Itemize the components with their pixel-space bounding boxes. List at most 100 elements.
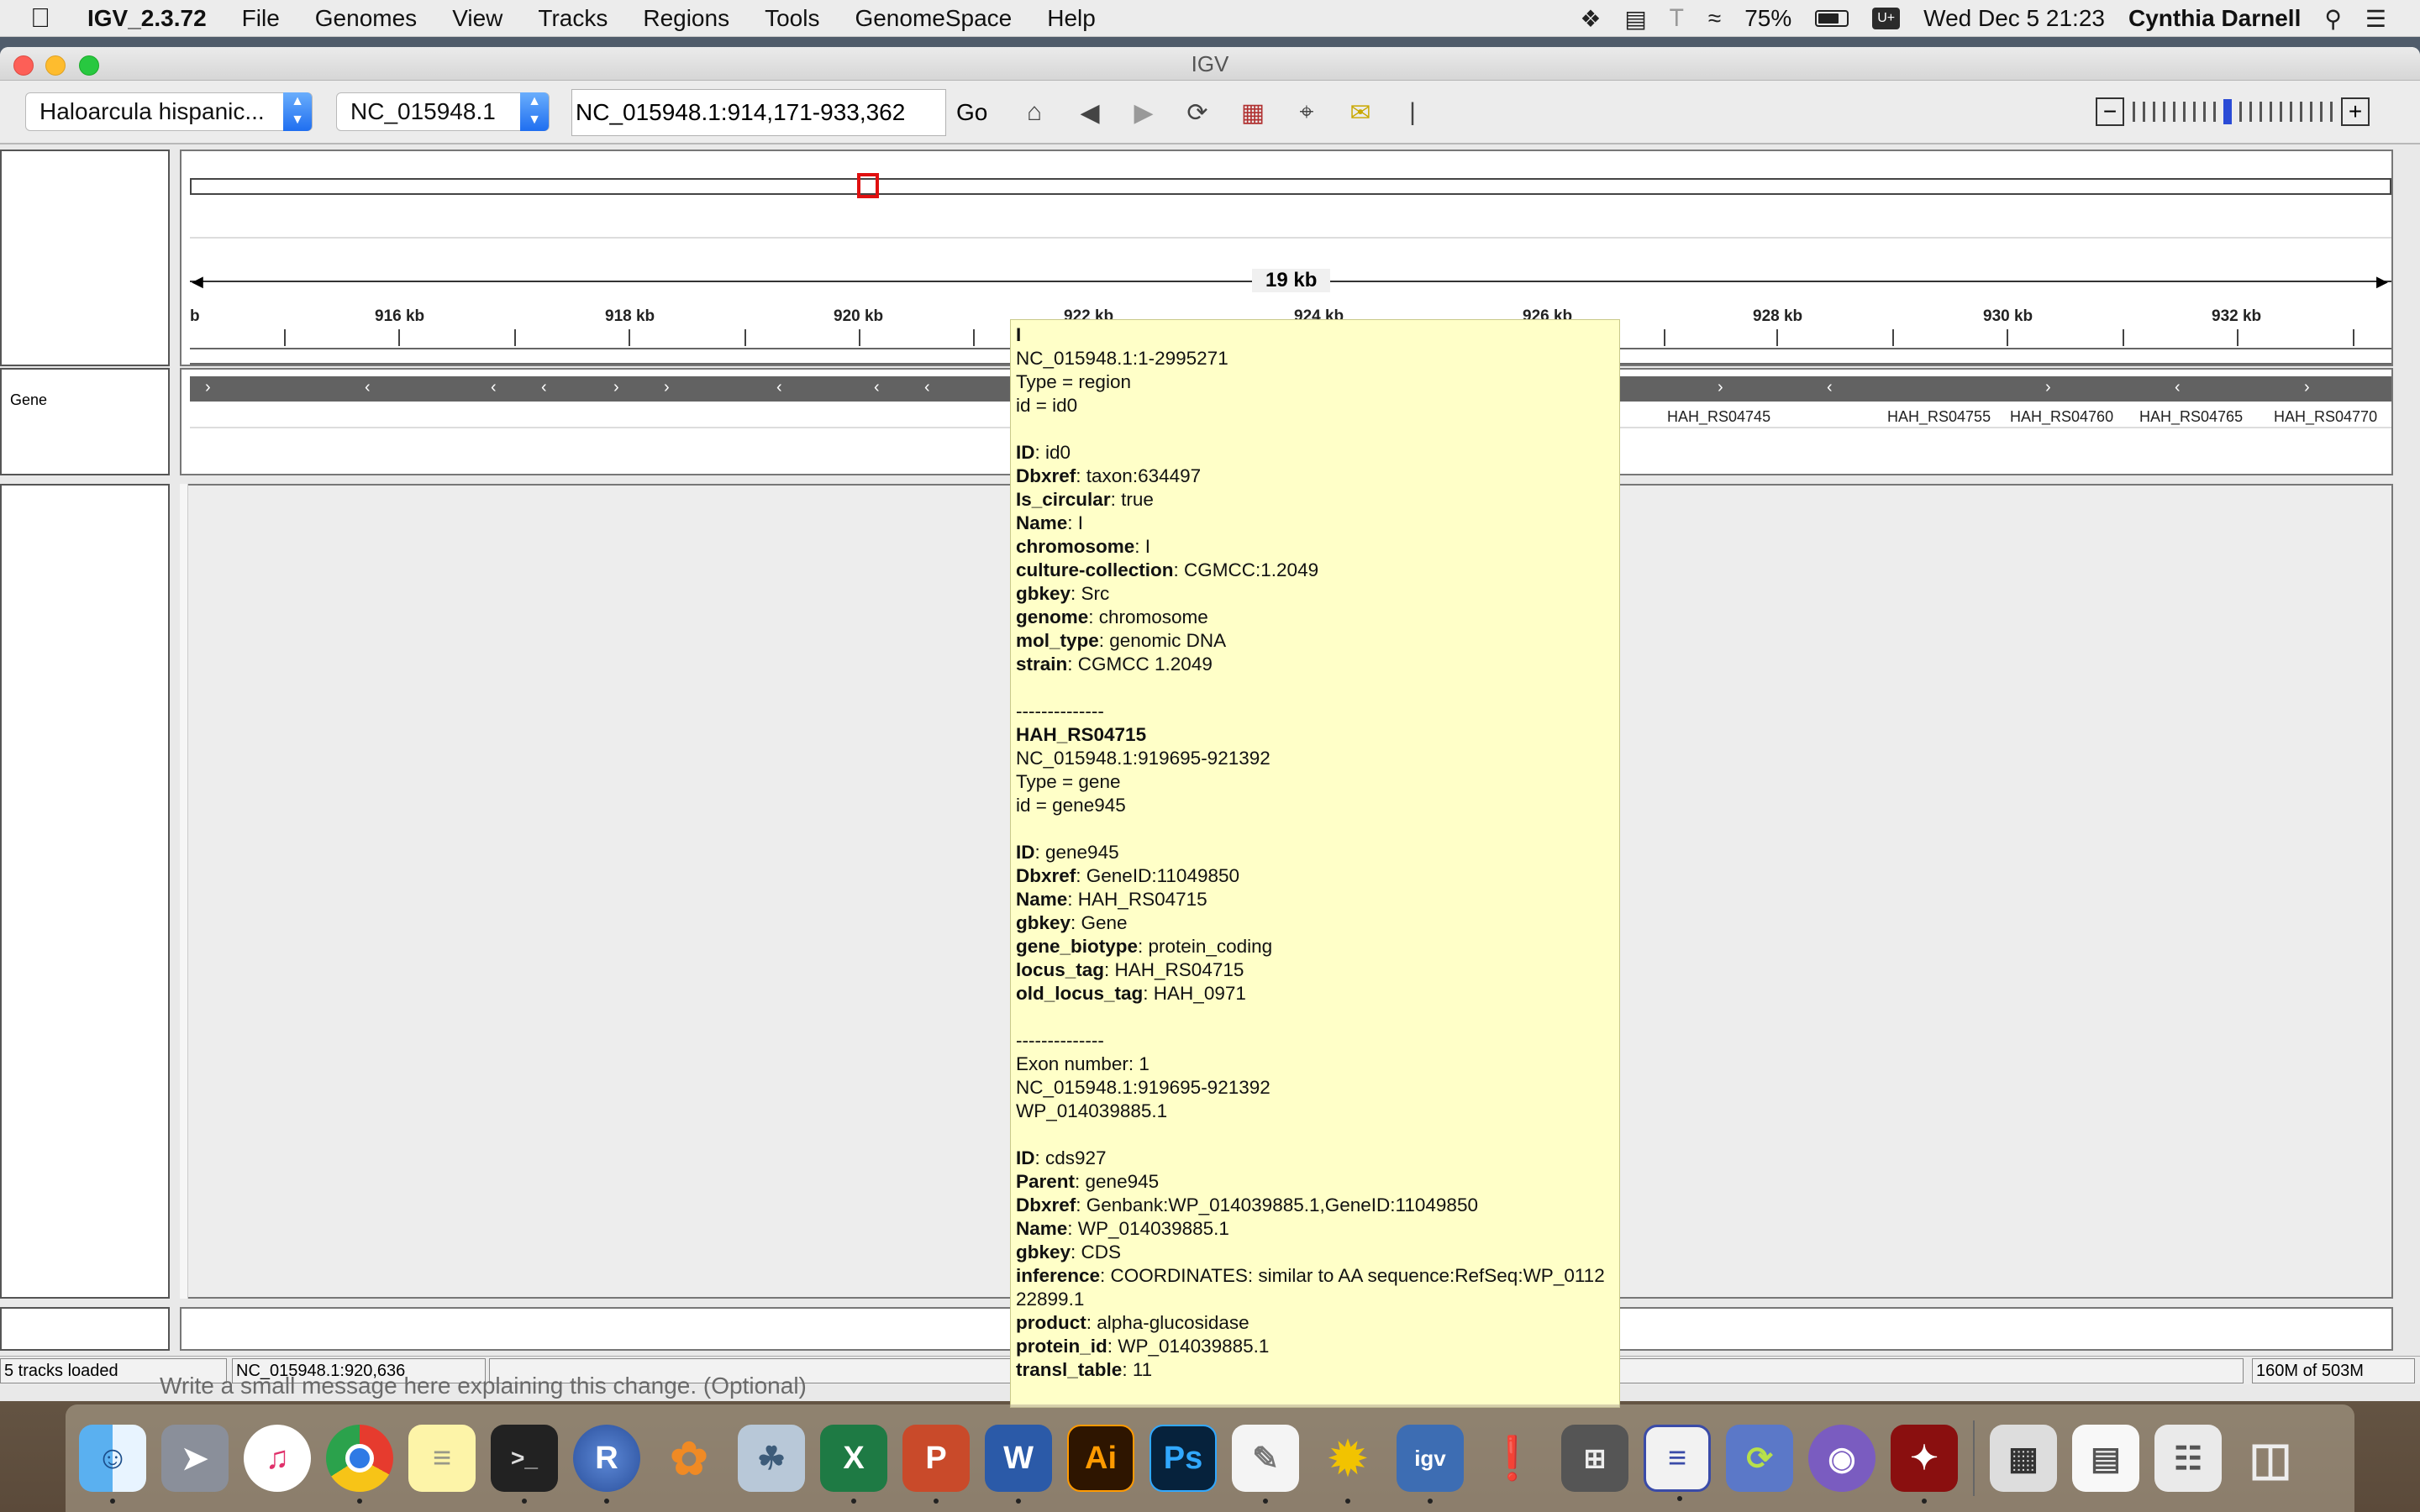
menu-genomespace[interactable]: GenomeSpace bbox=[855, 5, 1012, 32]
popup-line: inference: COORDINATES: similar to AA se… bbox=[1016, 1264, 1614, 1288]
chromosome-dropdown-value: NC_015948.1 bbox=[350, 98, 496, 124]
popup-value: Exon number: 1 bbox=[1016, 1053, 1150, 1074]
spotlight-icon[interactable]: ⚲ bbox=[2324, 5, 2342, 33]
bluetooth-icon[interactable]: Ꭲ bbox=[1670, 5, 1685, 33]
popup-key: genome bbox=[1016, 606, 1089, 627]
minimize-window-button[interactable] bbox=[45, 55, 66, 76]
popup-info-icon[interactable]: ✉ bbox=[1343, 96, 1378, 129]
popup-line: -------------- bbox=[1016, 700, 1614, 723]
resize-to-window-icon[interactable]: ⌖ bbox=[1289, 96, 1324, 129]
excel-icon[interactable]: X bbox=[820, 1425, 887, 1504]
acrobat-icon[interactable]: ✦ bbox=[1891, 1425, 1958, 1504]
fiji-icon[interactable]: ❗ bbox=[1479, 1425, 1546, 1492]
strand-arrow-icon: › bbox=[1718, 378, 1723, 396]
feature-info-popup[interactable]: I NC_015948.1:1-2995271 Type = region id = … bbox=[1010, 319, 1620, 1408]
popup-line: strain: CGMCC 1.2049 bbox=[1016, 653, 1614, 676]
launchpad-icon[interactable]: ➤ bbox=[161, 1425, 229, 1492]
terminal-icon[interactable]: >_ bbox=[491, 1425, 558, 1504]
cytoscape-icon[interactable]: ✿ bbox=[655, 1425, 723, 1492]
battery-percent: 75% bbox=[1744, 5, 1792, 31]
app-icon[interactable]: ≡ bbox=[1644, 1425, 1711, 1501]
menu-tools[interactable]: Tools bbox=[765, 5, 819, 32]
popup-line: Parent: gene945 bbox=[1016, 1170, 1614, 1194]
downloads-icon[interactable]: ▤ bbox=[2072, 1425, 2139, 1492]
menubar-clock[interactable]: Wed Dec 5 21:23 bbox=[1923, 5, 2105, 32]
menu-view[interactable]: View bbox=[452, 5, 502, 32]
menubar-user[interactable]: Cynthia Darnell bbox=[2128, 5, 2301, 32]
popup-key: mol_type bbox=[1016, 630, 1099, 651]
genome-dropdown[interactable]: Haloarcula hispanic... ▲ ▼ bbox=[25, 92, 313, 131]
dropbox-icon[interactable]: ❖ bbox=[1580, 5, 1601, 33]
popup-line: ID: cds927 bbox=[1016, 1147, 1614, 1170]
chromosome-dropdown[interactable]: NC_015948.1 ▲ ▼ bbox=[336, 92, 550, 131]
popup-value: : I bbox=[1134, 536, 1151, 557]
menu-regions[interactable]: Regions bbox=[643, 5, 729, 32]
photoshop-icon[interactable]: Ps bbox=[1150, 1425, 1217, 1492]
popup-key: gbkey bbox=[1016, 912, 1071, 933]
folder-icon[interactable]: ▦ bbox=[1990, 1425, 2057, 1492]
gene-track-name[interactable]: Gene bbox=[10, 391, 47, 409]
popup-key: Name bbox=[1016, 1218, 1068, 1239]
ruler-tick bbox=[973, 329, 975, 346]
drive-icon[interactable]: ▤ bbox=[1624, 5, 1646, 33]
menu-tracks[interactable]: Tracks bbox=[538, 5, 608, 32]
zoom-out-icon[interactable]: − bbox=[2096, 97, 2124, 126]
textedit-icon[interactable]: ✎ bbox=[1232, 1425, 1299, 1504]
zoom-widget[interactable]: − + bbox=[2096, 97, 2370, 126]
chromosome-ideogram[interactable] bbox=[190, 178, 2391, 195]
chrome-icon[interactable] bbox=[326, 1425, 393, 1504]
powerpoint-icon[interactable]: P bbox=[902, 1425, 970, 1504]
popup-value: id = id0 bbox=[1016, 395, 1078, 416]
ruler-tick bbox=[2123, 329, 2124, 346]
region-of-interest-icon[interactable]: ▦ bbox=[1235, 96, 1270, 129]
close-window-button[interactable] bbox=[13, 55, 34, 76]
zoom-slider[interactable] bbox=[2133, 99, 2333, 124]
illustrator-icon[interactable]: Ai bbox=[1067, 1425, 1134, 1492]
popup-value: : cds927 bbox=[1034, 1147, 1107, 1168]
notification-center-icon[interactable]: ☰ bbox=[2365, 5, 2386, 33]
igv-icon[interactable]: igv bbox=[1397, 1425, 1464, 1504]
go-button[interactable]: Go bbox=[956, 89, 987, 136]
popup-value: : HAH_RS04715 bbox=[1067, 889, 1207, 910]
wifi-icon[interactable]: ≈ bbox=[1708, 5, 1721, 32]
word-icon[interactable]: W bbox=[985, 1425, 1052, 1504]
back-icon[interactable]: ◀ bbox=[1072, 96, 1107, 129]
popup-blank-line bbox=[1016, 417, 1614, 441]
popup-line: Type = gene bbox=[1016, 770, 1614, 794]
menu-genomes[interactable]: Genomes bbox=[315, 5, 417, 32]
refresh-icon[interactable]: ⟳ bbox=[1180, 96, 1215, 129]
popup-line: HAH_RS04715 bbox=[1016, 723, 1614, 747]
ruler-left-arrow-icon: ◀ bbox=[192, 273, 203, 290]
popup-key: gene_biotype bbox=[1016, 936, 1139, 957]
popup-value: I bbox=[1016, 324, 1022, 345]
itunes-icon[interactable]: ♫ bbox=[244, 1425, 311, 1492]
popup-value: -------------- bbox=[1016, 701, 1104, 722]
popup-value: : taxon:634497 bbox=[1076, 465, 1202, 486]
trash-icon[interactable]: ◫ bbox=[2237, 1425, 2304, 1492]
popup-value: NC_015948.1:919695-921392 bbox=[1016, 1077, 1270, 1098]
menu-help[interactable]: Help bbox=[1047, 5, 1096, 32]
notes-icon[interactable]: ≡ bbox=[408, 1425, 476, 1492]
menu-file[interactable]: File bbox=[242, 5, 280, 32]
status-memory: 160M of 503M bbox=[2252, 1358, 2415, 1383]
data-panel-scrollbar[interactable] bbox=[180, 484, 188, 1299]
battery-icon[interactable] bbox=[1815, 10, 1849, 27]
zoom-window-button[interactable] bbox=[79, 55, 99, 76]
popup-line: genome: chromosome bbox=[1016, 606, 1614, 629]
app2-icon[interactable]: ⟳ bbox=[1726, 1425, 1793, 1492]
scribus-icon[interactable]: ✹ bbox=[1314, 1425, 1381, 1504]
stack-icon[interactable]: ☷ bbox=[2154, 1425, 2222, 1492]
r-icon[interactable]: R bbox=[573, 1425, 640, 1504]
preview-icon[interactable]: ☘ bbox=[738, 1425, 805, 1492]
forward-icon[interactable]: ▶ bbox=[1126, 96, 1161, 129]
zoom-in-icon[interactable]: + bbox=[2341, 97, 2370, 126]
home-icon[interactable]: ⌂ bbox=[1017, 96, 1052, 129]
excel-icon-label: X bbox=[843, 1440, 865, 1476]
locus-input[interactable]: NC_015948.1:914,171-933,362 bbox=[571, 89, 946, 136]
github-icon[interactable]: ◉ bbox=[1808, 1425, 1876, 1492]
input-source-icon[interactable]: U+ bbox=[1872, 8, 1901, 29]
calculator-icon[interactable]: ⊞ bbox=[1561, 1425, 1628, 1492]
app-menu[interactable]: IGV_2.3.72 bbox=[87, 5, 207, 32]
apple-icon[interactable]:  bbox=[30, 3, 64, 34]
finder-icon[interactable]: ☺ bbox=[79, 1425, 146, 1504]
